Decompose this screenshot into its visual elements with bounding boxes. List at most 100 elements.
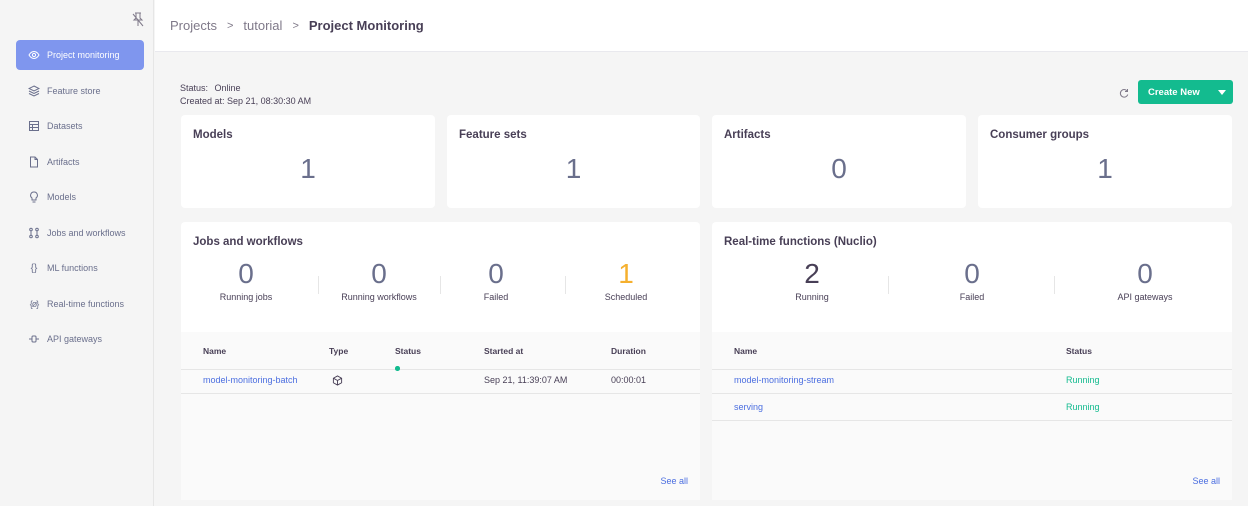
stat-label: Running workflows [341, 292, 417, 302]
card-title: Real-time functions (Nuclio) [724, 236, 877, 248]
table-row[interactable]: model-monitoring-stream Running [712, 366, 1232, 394]
breadcrumb-projects[interactable]: Projects [170, 18, 217, 33]
stat-running[interactable]: 2 Running [757, 258, 867, 302]
see-all-link[interactable]: See all [660, 476, 688, 486]
sidebar-item-label: Feature store [47, 85, 101, 96]
breadcrumb: Projects > tutorial > Project Monitoring [155, 0, 1248, 52]
column-header: Type [329, 346, 349, 356]
job-cube-icon [332, 375, 343, 386]
started-at: Sep 21, 11:39:07 AM [484, 375, 568, 385]
models-card[interactable]: Models 1 [181, 115, 435, 208]
card-value: 1 [565, 153, 582, 184]
stat-label: Scheduled [604, 292, 648, 302]
card-title: Artifacts [724, 129, 771, 141]
status-value: Online [214, 83, 241, 93]
table-row[interactable]: serving Running [712, 393, 1232, 421]
function-name-link[interactable]: model-monitoring-stream [734, 366, 834, 394]
sidebar-item-label: Artifacts [47, 156, 80, 167]
function-status: Running [1066, 402, 1100, 412]
stat-value: 0 [238, 258, 254, 289]
stat-value: 2 [804, 258, 820, 289]
file-icon [28, 156, 40, 168]
create-new-button[interactable]: Create New [1138, 80, 1233, 104]
stat-value: 0 [1137, 258, 1153, 289]
stat-label: Failed [959, 292, 985, 302]
workflow-icon [28, 227, 40, 239]
sidebar-item-label: API gateways [47, 334, 103, 344]
artifacts-card[interactable]: Artifacts 0 [712, 115, 966, 208]
consumer-groups-card[interactable]: Consumer groups 1 [978, 115, 1232, 208]
sidebar-item-label: Datasets [47, 121, 83, 131]
stat-label: Failed [483, 292, 509, 302]
table-header: Name Type Status Started at Duration [181, 332, 700, 370]
stat-running-workflows[interactable]: 0 Running workflows [324, 258, 434, 302]
sidebar-item-models[interactable]: Models [16, 182, 144, 212]
stat-value: 0 [488, 258, 504, 289]
stat-failed[interactable]: 0 Failed [446, 258, 546, 302]
realtime-braces-icon: {ø} [29, 298, 40, 309]
realtime-table: Name Status model-monitoring-stream Runn… [712, 332, 1232, 500]
sidebar-item-label: ML functions [47, 263, 98, 273]
job-name-link[interactable]: model-monitoring-batch [203, 366, 298, 394]
card-value: 1 [300, 153, 316, 184]
divider [565, 276, 566, 294]
card-title: Models [193, 129, 233, 141]
stat-rt-failed[interactable]: 0 Failed [922, 258, 1022, 302]
sidebar-item-api-gateways[interactable]: API gateways [16, 324, 144, 354]
created-label: Created at: [180, 96, 225, 106]
card-value: 0 [831, 153, 847, 184]
api-gateway-icon [28, 333, 40, 345]
stat-label: API gateways [1117, 292, 1173, 302]
column-header: Name [203, 346, 227, 356]
lightbulb-icon [28, 191, 40, 203]
function-status: Running [1066, 375, 1100, 385]
sidebar-item-jobs-and-workflows[interactable]: Jobs and workflows [16, 218, 144, 248]
table-row[interactable]: model-monitoring-batch Sep 21, 11:39:07 … [181, 366, 700, 394]
chevron-down-icon[interactable] [1211, 89, 1233, 95]
divider [888, 276, 889, 294]
breadcrumb-separator: > [292, 19, 299, 32]
sidebar: Project monitoring Feature store Dataset… [6, 0, 154, 506]
feature-sets-card[interactable]: Feature sets 1 [447, 115, 700, 208]
created-value: Sep 21, 08:30:30 AM [227, 96, 312, 106]
divider [440, 276, 441, 294]
sidebar-item-label: Real-time functions [47, 298, 125, 309]
column-header: Started at [484, 346, 524, 356]
stat-label: Running [795, 292, 829, 302]
sidebar-item-label: Project monitoring [47, 50, 120, 60]
project-status: Status: Online Created at: Sep 21, 08:30… [180, 82, 311, 108]
divider [1054, 276, 1055, 294]
stat-scheduled[interactable]: 1 Scheduled [576, 258, 676, 302]
breadcrumb-separator: > [226, 19, 234, 32]
sidebar-item-ml-functions[interactable]: {} ML functions [16, 253, 144, 283]
create-new-label: Create New [1148, 86, 1200, 98]
sidebar-item-label: Jobs and workflows [47, 227, 126, 238]
breadcrumb-project[interactable]: tutorial [243, 18, 282, 33]
column-header: Status [395, 346, 421, 356]
card-title: Feature sets [459, 129, 527, 141]
divider [318, 276, 319, 294]
realtime-functions-card: Real-time functions (Nuclio) 2 Running 0… [712, 222, 1232, 500]
card-title: Consumer groups [990, 129, 1090, 141]
sidebar-item-feature-store[interactable]: Feature store [16, 76, 144, 106]
sidebar-item-artifacts[interactable]: Artifacts [16, 147, 144, 177]
duration: 00:00:01 [611, 375, 647, 385]
column-header: Name [734, 346, 758, 356]
sidebar-item-real-time-functions[interactable]: {ø} Real-time functions [16, 289, 144, 319]
status-label: Status: [180, 83, 209, 93]
stat-running-jobs[interactable]: 0 Running jobs [196, 258, 296, 302]
page-title: Project Monitoring [308, 18, 424, 33]
sidebar-item-project-monitoring[interactable]: Project monitoring [16, 40, 144, 70]
stat-api-gateways[interactable]: 0 API gateways [1090, 258, 1200, 302]
stat-value: 1 [618, 258, 634, 289]
pin-icon[interactable] [131, 12, 145, 28]
table-header: Name Status [712, 332, 1232, 370]
refresh-icon[interactable] [1118, 86, 1130, 98]
function-name-link[interactable]: serving [734, 393, 763, 421]
table-icon [28, 120, 40, 132]
stat-value: 0 [964, 258, 980, 289]
cube-stack-icon [28, 84, 40, 97]
sidebar-item-datasets[interactable]: Datasets [16, 111, 144, 141]
see-all-link[interactable]: See all [1192, 476, 1220, 486]
curly-braces-icon: {} [30, 262, 38, 274]
